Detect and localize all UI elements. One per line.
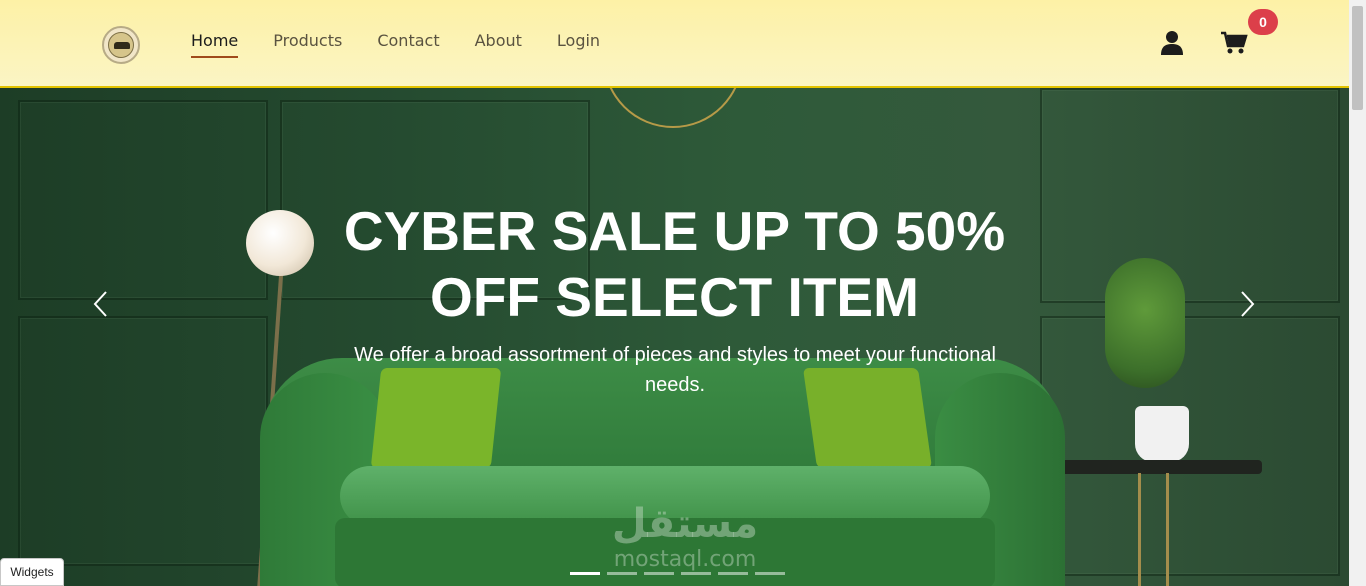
nav-link-products[interactable]: Products [273, 31, 342, 57]
carousel-indicator[interactable] [681, 572, 711, 575]
hero-subtitle: We offer a broad assortment of pieces an… [354, 344, 996, 396]
nav-link-login[interactable]: Login [557, 31, 600, 57]
sofa-logo-icon [108, 32, 134, 58]
carousel-indicator[interactable] [755, 572, 785, 575]
brand-logo[interactable] [102, 26, 140, 64]
hero-title-line-1: CYBER SALE UP TO 50% [343, 200, 1006, 262]
carousel-indicator[interactable] [718, 572, 748, 575]
widgets-button[interactable]: Widgets [0, 558, 64, 586]
mostaql-watermark: مستقل mostaql.com [600, 500, 770, 572]
carousel-indicators [570, 572, 792, 575]
scrollbar-thumb[interactable] [1352, 6, 1363, 110]
carousel-indicator[interactable] [570, 572, 600, 575]
hero-title: CYBER SALE UP TO 50% OFF SELECT ITEM [0, 198, 1349, 330]
nav-links: Home Products Contact About Login [191, 31, 635, 58]
watermark-latin: mostaql.com [613, 547, 757, 572]
chevron-right-icon[interactable] [1236, 290, 1260, 317]
carousel-indicator[interactable] [607, 572, 637, 575]
chevron-left-icon[interactable] [90, 290, 114, 317]
hero-carousel: CYBER SALE UP TO 50% OFF SELECT ITEM We … [0, 88, 1349, 586]
user-icon[interactable] [1160, 30, 1184, 56]
nav-link-contact[interactable]: Contact [377, 31, 439, 57]
hero-title-line-2: OFF SELECT ITEM [430, 266, 919, 328]
nav-link-about[interactable]: About [475, 31, 522, 57]
cart-icon[interactable] [1220, 31, 1248, 55]
carousel-indicator[interactable] [644, 572, 674, 575]
cart-count-badge: 0 [1248, 9, 1278, 35]
nav-link-home[interactable]: Home [191, 31, 239, 58]
top-navbar: Home Products Contact About Login 0 [0, 0, 1349, 88]
watermark-arabic: مستقل [611, 501, 759, 547]
